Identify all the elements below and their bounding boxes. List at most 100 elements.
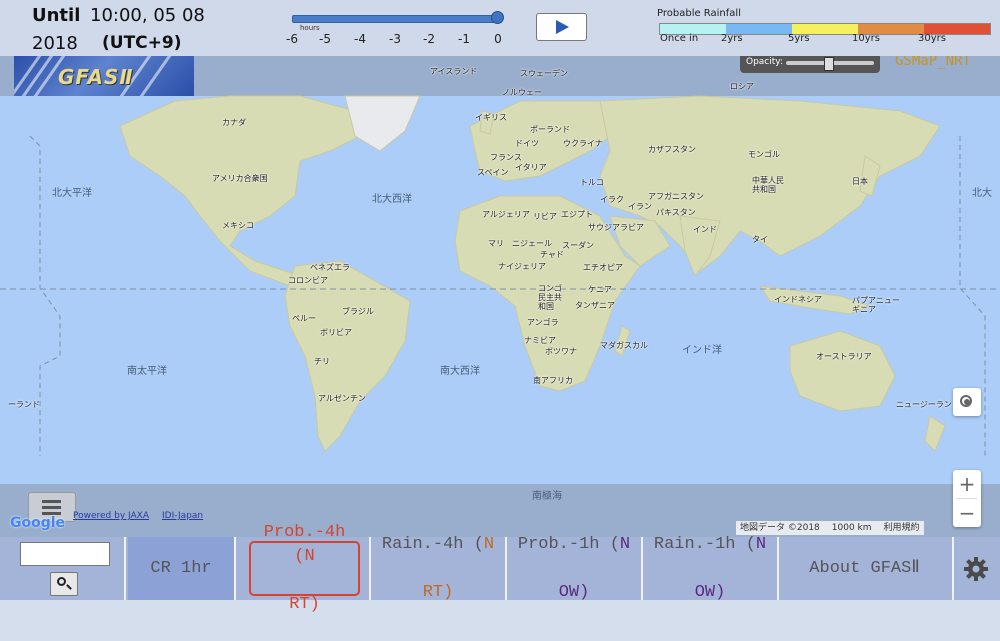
tab-label-line1: Rain.-1h (N xyxy=(654,533,766,557)
jaxa-credit-link[interactable]: Powered by JAXA xyxy=(73,511,149,521)
country-label: マダガスカル xyxy=(600,341,648,350)
country-label: ーランド xyxy=(8,400,40,409)
play-icon xyxy=(556,20,569,34)
zoom-out-button[interactable]: − xyxy=(953,499,981,527)
tab-cr-1hr[interactable]: CR 1hr xyxy=(128,537,234,600)
time-slider-tick: -5 xyxy=(319,32,331,46)
country-label: 中華人民共和国 xyxy=(752,176,784,194)
country-label: エジプト xyxy=(561,210,593,219)
country-label: イギリス xyxy=(475,113,507,122)
country-label: ペルー xyxy=(292,314,316,323)
time-slider[interactable]: hours -6 -5 -4 -3 -2 -1 0 xyxy=(286,10,504,50)
country-label: ブラジル xyxy=(342,307,374,316)
ocean-label: 南太平洋 xyxy=(127,366,167,377)
tab-rain-1h-now[interactable]: Rain.-1h (N OW) xyxy=(643,535,777,602)
country-label: インド xyxy=(693,225,717,234)
tab-label-accent: N xyxy=(755,534,767,554)
world-map[interactable]: 北大平洋 北大西洋 南太平洋 南大西洋 インド洋 南極海 北大 アイスランド ス… xyxy=(0,56,1000,537)
until-label: Until xyxy=(32,5,81,26)
country-label: 日本 xyxy=(852,177,868,186)
google-logo: Google xyxy=(10,515,66,531)
time-slider-tick: -3 xyxy=(389,32,401,46)
tab-about-gfas[interactable]: About GFASⅡ xyxy=(779,537,950,600)
time-slider-tick: -1 xyxy=(458,32,470,46)
tab-label-wrap: Prob.-1h (N OW) xyxy=(518,509,630,629)
search-button[interactable] xyxy=(50,572,78,596)
country-label: アイスランド xyxy=(430,67,478,76)
terms-link[interactable]: 利用規約 xyxy=(884,521,920,535)
country-label: ノルウェー xyxy=(502,88,542,97)
idi-japan-link[interactable]: IDI-Japan xyxy=(162,511,203,521)
tab-label: About GFASⅡ xyxy=(809,558,920,578)
search-icon xyxy=(57,577,66,586)
gfas-logo: GFASⅡ xyxy=(14,56,194,96)
country-label: ケニア xyxy=(588,285,612,294)
country-label: ボツワナ xyxy=(545,347,577,356)
country-label: インドネシア xyxy=(774,295,822,304)
country-label: ボリビア xyxy=(320,328,352,337)
logo-text: GFASⅡ xyxy=(58,65,134,89)
country-label: パプアニューギニア xyxy=(852,296,900,314)
zoom-control: + − xyxy=(953,470,981,527)
zoom-in-button[interactable]: + xyxy=(953,470,981,498)
country-label: ナミビア xyxy=(524,336,556,345)
country-label: チャド xyxy=(540,250,564,259)
scale-label[interactable]: 1000 km xyxy=(832,521,872,535)
tab-label-text: Prob.-1h ( xyxy=(517,534,620,554)
country-label: コロンビア xyxy=(288,276,328,285)
tab-label-line1: Rain.-4h (N xyxy=(382,533,494,557)
gsmap-badge: GSMaP_NRT xyxy=(895,56,971,69)
ocean-label: 南極海 xyxy=(532,491,562,502)
settings-button[interactable] xyxy=(962,555,990,583)
country-label: アメリカ合衆国 xyxy=(212,174,268,183)
time-slider-tick: -2 xyxy=(423,32,435,46)
country-label: イラク xyxy=(600,195,624,204)
time-slider-tick: -6 xyxy=(286,32,298,46)
country-label: サウジアラビア xyxy=(588,223,644,232)
tab-label-line1: Prob.-4h (N xyxy=(263,522,346,566)
tab-label-line2: OW) xyxy=(558,582,590,602)
time-slider-thumb[interactable] xyxy=(491,11,504,24)
my-location-button[interactable] xyxy=(953,388,981,416)
divider xyxy=(234,537,236,600)
tab-prob-4h-nrt[interactable]: Prob.-4h (N RT) xyxy=(249,523,360,614)
legend-title: Probable Rainfall xyxy=(657,8,741,19)
country-label: コンゴ民主共和国 xyxy=(538,284,562,311)
location-search-input[interactable] xyxy=(20,542,110,566)
legend-tick: 5yrs xyxy=(788,33,810,44)
tab-label-wrap: Rain.-4h (N RT) xyxy=(382,509,494,629)
legend-tick: 2yrs xyxy=(721,33,743,44)
country-label: メキシコ xyxy=(222,221,254,230)
top-bar: Until 10:00, 05 08 2018 (UTC+9) hours -6… xyxy=(0,0,1000,56)
time-slider-tick: -4 xyxy=(354,32,366,46)
country-label: イラン xyxy=(628,202,652,211)
country-label: ウクライナ xyxy=(563,139,603,148)
country-label: タンザニア xyxy=(575,301,615,310)
country-label: スウェーデン xyxy=(520,69,568,78)
opacity-slider-thumb[interactable] xyxy=(824,57,834,71)
opacity-control[interactable]: Opacity: xyxy=(740,56,880,73)
country-label: スペイン xyxy=(477,168,509,177)
tab-rain-4h-nrt[interactable]: Rain.-4h (N RT) xyxy=(371,535,505,602)
time-slider-track[interactable] xyxy=(292,15,500,23)
country-label: トルコ xyxy=(580,178,604,187)
country-label: アルジェリア xyxy=(482,210,530,219)
country-label: パキスタン xyxy=(656,208,696,217)
tab-label-wrap: Prob.-4h (N RT) xyxy=(251,497,358,641)
country-label: マリ xyxy=(488,239,504,248)
ocean-label: 南大西洋 xyxy=(440,366,480,377)
tab-label-text: Rain.-4h ( xyxy=(381,534,484,554)
location-dot xyxy=(964,399,970,405)
tab-label: CR 1hr xyxy=(150,558,212,578)
country-label: カザフスタン xyxy=(648,145,696,154)
ocean-label: インド洋 xyxy=(682,345,722,356)
opacity-label: Opacity: xyxy=(746,57,783,67)
country-label: モンゴル xyxy=(748,150,780,159)
play-button[interactable] xyxy=(536,13,587,41)
ocean-label: 北大西洋 xyxy=(372,194,412,205)
timezone-label: (UTC+9) xyxy=(102,33,182,53)
country-label: チリ xyxy=(314,357,330,366)
tab-prob-1h-now[interactable]: Prob.-1h (N OW) xyxy=(507,535,641,602)
tab-label-line2: OW) xyxy=(694,582,726,602)
bottom-toolbar: CR 1hr Prob.-4h (N RT) Rain.-4h (N RT) P… xyxy=(0,523,1000,614)
